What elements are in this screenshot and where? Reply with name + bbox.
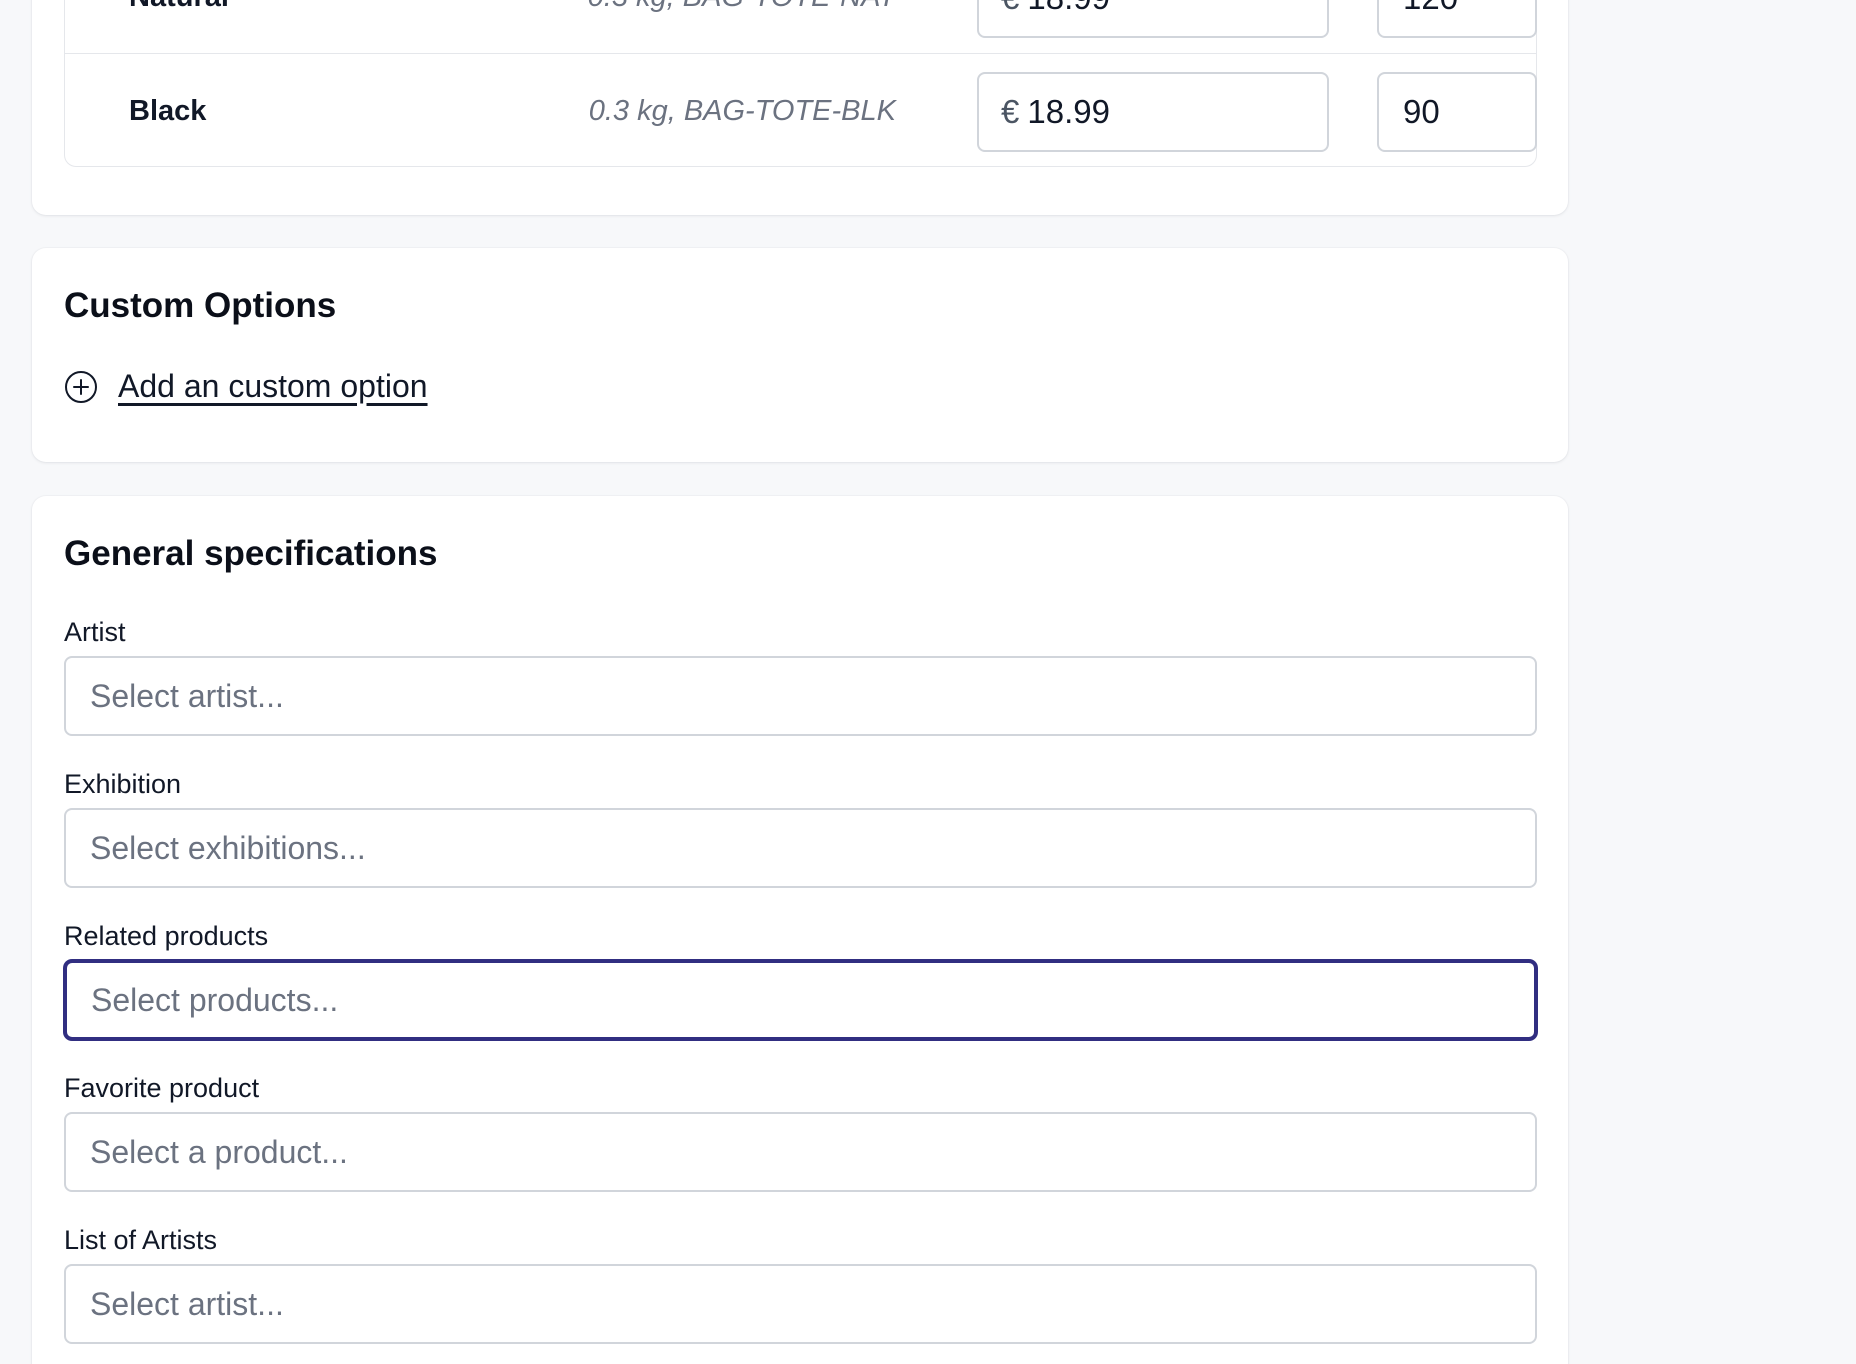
artist-label: Artist [64,617,126,647]
variant-quantity-input[interactable]: 90 [1377,72,1537,152]
add-custom-option-label: Add an custom option [118,368,428,404]
favorite-product-field: Favorite product [64,1072,1537,1192]
variant-name: Black [129,95,207,127]
variant-name: Natural [129,0,229,14]
list-of-artists-select-input[interactable] [64,1264,1537,1344]
related-products-label: Related products [64,921,269,951]
related-products-field: Related products [64,920,1537,1040]
variant-price-input[interactable]: € 18.99 [977,0,1329,38]
variant-price-input[interactable]: € 18.99 [977,72,1329,152]
price-value: 18.99 [1027,0,1110,17]
product-edit-page: Natural 0.3 kg, BAG-TOTE-NAT € 18.99 120… [0,0,1856,1364]
custom-options-title: Custom Options [64,286,337,325]
list-of-artists-field: List of Artists [64,1224,1537,1344]
custom-options-card: Custom Options Add an custom option [32,248,1568,462]
variants-table: Natural 0.3 kg, BAG-TOTE-NAT € 18.99 120… [64,0,1537,167]
favorite-product-label: Favorite product [64,1073,260,1103]
variant-meta: 0.3 kg, BAG-TOTE-NAT [588,0,896,14]
exhibition-field: Exhibition [64,768,1537,888]
quantity-value: 120 [1403,0,1458,17]
quantity-value: 90 [1403,93,1440,130]
currency-symbol: € [1001,0,1019,17]
artist-select-input[interactable] [64,656,1537,736]
variants-card: Natural 0.3 kg, BAG-TOTE-NAT € 18.99 120… [32,0,1568,215]
exhibition-label: Exhibition [64,769,182,799]
variant-row: Black 0.3 kg, BAG-TOTE-BLK € 18.99 90 [65,54,1537,168]
related-products-select-input[interactable] [64,960,1537,1040]
price-value: 18.99 [1027,93,1110,130]
exhibition-select-input[interactable] [64,808,1537,888]
list-of-artists-label: List of Artists [64,1225,218,1255]
artist-field: Artist [64,616,1537,736]
favorite-product-select-input[interactable] [64,1112,1537,1192]
general-specifications-card: General specifications Artist Exhibition… [32,496,1568,1364]
variant-row: Natural 0.3 kg, BAG-TOTE-NAT € 18.99 120 [65,0,1537,54]
plus-circle-icon [65,370,97,403]
general-specifications-title: General specifications [64,534,438,573]
variant-quantity-input[interactable]: 120 [1377,0,1537,38]
variant-meta: 0.3 kg, BAG-TOTE-BLK [588,95,896,127]
add-custom-option-link[interactable]: Add an custom option [64,368,428,405]
currency-symbol: € [1001,93,1020,130]
